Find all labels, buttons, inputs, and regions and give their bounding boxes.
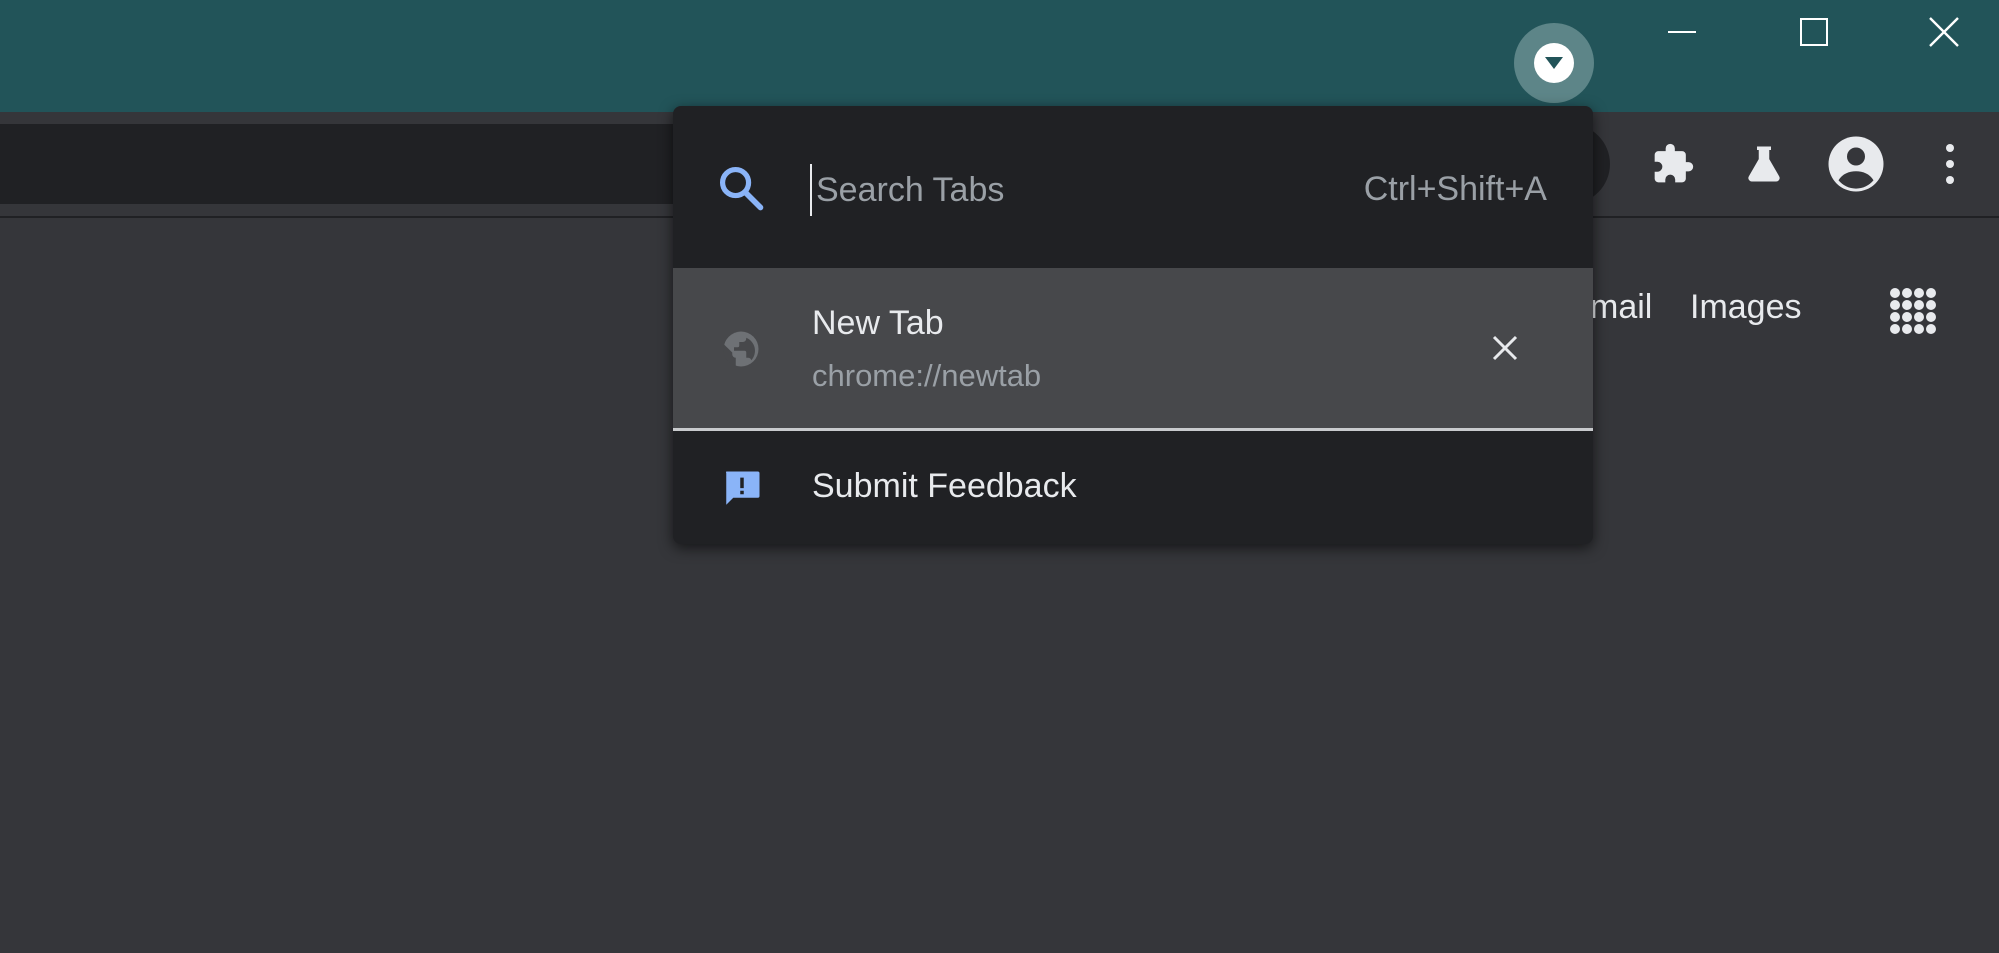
globe-icon [720, 328, 762, 370]
tab-list-item[interactable]: New Tab chrome://newtab [673, 268, 1593, 431]
apps-grid-icon[interactable] [1888, 286, 1938, 336]
extensions-icon[interactable] [1643, 134, 1703, 194]
tab-search-header: Ctrl+Shift+A [673, 106, 1593, 268]
labs-icon[interactable] [1734, 134, 1794, 194]
close-icon [1492, 335, 1518, 361]
keyboard-shortcut: Ctrl+Shift+A [1363, 170, 1547, 208]
title-bar [0, 0, 1999, 112]
maximize-button[interactable] [1759, 0, 1869, 64]
search-tabs-input[interactable] [810, 164, 1318, 216]
tab-search-popup: Ctrl+Shift+A New Tab chrome://newtab Su [673, 106, 1593, 544]
chevron-down-icon [1534, 43, 1574, 83]
tab-search-button[interactable] [1514, 23, 1594, 103]
feedback-icon [721, 468, 763, 510]
submit-feedback-item[interactable]: Submit Feedback [673, 431, 1593, 544]
close-tab-button[interactable] [1483, 326, 1527, 370]
search-icon [715, 162, 767, 214]
submit-feedback-label: Submit Feedback [812, 467, 1077, 505]
close-window-button[interactable] [1889, 0, 1999, 64]
images-link[interactable]: Images [1690, 288, 1802, 327]
minimize-icon [1668, 31, 1696, 33]
more-vert-icon[interactable] [1920, 134, 1980, 194]
profile-icon[interactable] [1826, 134, 1886, 194]
gmail-link[interactable]: mail [1590, 288, 1652, 327]
tab-title: New Tab [812, 304, 944, 342]
maximize-icon [1800, 18, 1828, 46]
tab-url: chrome://newtab [812, 358, 1042, 393]
close-icon [1929, 17, 1959, 47]
minimize-button[interactable] [1627, 0, 1737, 64]
